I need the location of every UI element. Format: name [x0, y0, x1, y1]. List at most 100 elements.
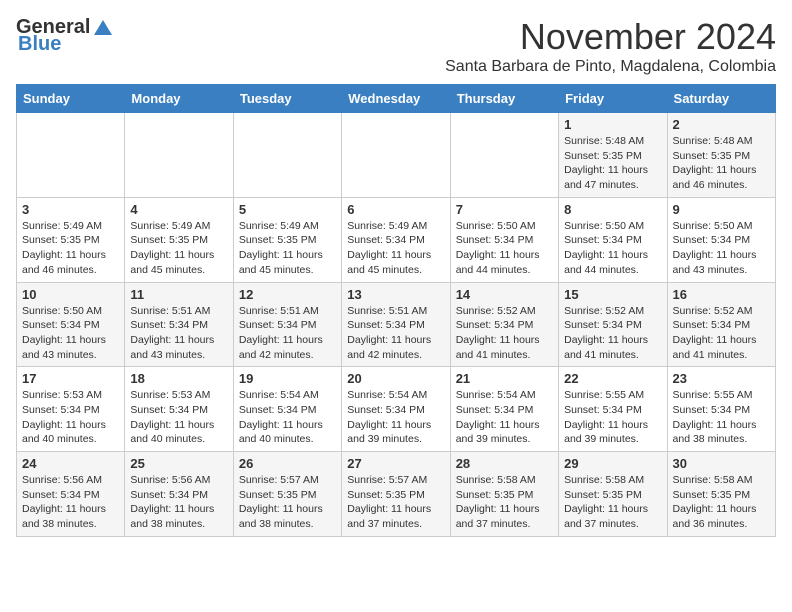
day-info: Sunrise: 5:48 AM Sunset: 5:35 PM Dayligh… [673, 134, 770, 193]
column-header-sunday: Sunday [17, 85, 125, 113]
calendar-cell: 20 Sunrise: 5:54 AM Sunset: 5:34 PM Dayli… [342, 367, 450, 452]
title-block: November 2024 Santa Barbara de Pinto, Ma… [445, 16, 776, 76]
day-number: 27 [347, 456, 444, 471]
calendar-cell: 19 Sunrise: 5:54 AM Sunset: 5:34 PM Dayli… [233, 367, 341, 452]
calendar-cell [450, 113, 558, 198]
day-info: Sunrise: 5:55 AM Sunset: 5:34 PM Dayligh… [673, 388, 770, 447]
location-title: Santa Barbara de Pinto, Magdalena, Colom… [445, 58, 776, 76]
day-info: Sunrise: 5:54 AM Sunset: 5:34 PM Dayligh… [239, 388, 336, 447]
calendar-cell: 21 Sunrise: 5:54 AM Sunset: 5:34 PM Dayli… [450, 367, 558, 452]
day-info: Sunrise: 5:50 AM Sunset: 5:34 PM Dayligh… [22, 304, 119, 363]
day-number: 16 [673, 287, 770, 302]
day-info: Sunrise: 5:49 AM Sunset: 5:35 PM Dayligh… [239, 219, 336, 278]
day-info: Sunrise: 5:48 AM Sunset: 5:35 PM Dayligh… [564, 134, 661, 193]
calendar-cell: 27 Sunrise: 5:57 AM Sunset: 5:35 PM Dayli… [342, 452, 450, 537]
day-info: Sunrise: 5:49 AM Sunset: 5:35 PM Dayligh… [22, 219, 119, 278]
calendar-week-row: 17 Sunrise: 5:53 AM Sunset: 5:34 PM Dayli… [17, 367, 776, 452]
day-number: 28 [456, 456, 553, 471]
calendar-cell: 22 Sunrise: 5:55 AM Sunset: 5:34 PM Dayli… [559, 367, 667, 452]
day-info: Sunrise: 5:52 AM Sunset: 5:34 PM Dayligh… [564, 304, 661, 363]
calendar-week-row: 24 Sunrise: 5:56 AM Sunset: 5:34 PM Dayli… [17, 452, 776, 537]
day-info: Sunrise: 5:53 AM Sunset: 5:34 PM Dayligh… [130, 388, 227, 447]
calendar-cell: 23 Sunrise: 5:55 AM Sunset: 5:34 PM Dayli… [667, 367, 775, 452]
calendar-week-row: 3 Sunrise: 5:49 AM Sunset: 5:35 PM Daylig… [17, 197, 776, 282]
calendar-cell: 7 Sunrise: 5:50 AM Sunset: 5:34 PM Daylig… [450, 197, 558, 282]
day-info: Sunrise: 5:58 AM Sunset: 5:35 PM Dayligh… [673, 473, 770, 532]
day-number: 14 [456, 287, 553, 302]
day-number: 11 [130, 287, 227, 302]
day-number: 20 [347, 371, 444, 386]
calendar-cell: 8 Sunrise: 5:50 AM Sunset: 5:34 PM Daylig… [559, 197, 667, 282]
calendar-cell: 29 Sunrise: 5:58 AM Sunset: 5:35 PM Dayli… [559, 452, 667, 537]
day-number: 22 [564, 371, 661, 386]
day-number: 2 [673, 117, 770, 132]
column-header-wednesday: Wednesday [342, 85, 450, 113]
day-info: Sunrise: 5:56 AM Sunset: 5:34 PM Dayligh… [130, 473, 227, 532]
calendar-cell: 13Sunrise: 5:51 AM Sunset: 5:34 PM Dayli… [342, 282, 450, 367]
calendar-week-row: 10 Sunrise: 5:50 AM Sunset: 5:34 PM Dayli… [17, 282, 776, 367]
day-number: 29 [564, 456, 661, 471]
day-info: Sunrise: 5:51 AM Sunset: 5:34 PM Dayligh… [130, 304, 227, 363]
day-number: 25 [130, 456, 227, 471]
day-info: Sunrise: 5:58 AM Sunset: 5:35 PM Dayligh… [564, 473, 661, 532]
calendar-cell: 5 Sunrise: 5:49 AM Sunset: 5:35 PM Daylig… [233, 197, 341, 282]
calendar-cell: 9Sunrise: 5:50 AM Sunset: 5:34 PM Daylig… [667, 197, 775, 282]
day-number: 4 [130, 202, 227, 217]
day-info: Sunrise: 5:52 AM Sunset: 5:34 PM Dayligh… [673, 304, 770, 363]
logo-icon [92, 17, 114, 39]
column-header-monday: Monday [125, 85, 233, 113]
page-header: General Blue November 2024 Santa Barbara… [16, 16, 776, 76]
calendar-cell: 4 Sunrise: 5:49 AM Sunset: 5:35 PM Daylig… [125, 197, 233, 282]
day-number: 23 [673, 371, 770, 386]
day-number: 17 [22, 371, 119, 386]
calendar-cell: 10 Sunrise: 5:50 AM Sunset: 5:34 PM Dayli… [17, 282, 125, 367]
day-number: 19 [239, 371, 336, 386]
day-info: Sunrise: 5:51 AM Sunset: 5:34 PM Dayligh… [347, 304, 444, 363]
calendar-cell: 28Sunrise: 5:58 AM Sunset: 5:35 PM Dayli… [450, 452, 558, 537]
calendar-cell: 11 Sunrise: 5:51 AM Sunset: 5:34 PM Dayli… [125, 282, 233, 367]
day-info: Sunrise: 5:55 AM Sunset: 5:34 PM Dayligh… [564, 388, 661, 447]
day-info: Sunrise: 5:52 AM Sunset: 5:34 PM Dayligh… [456, 304, 553, 363]
day-info: Sunrise: 5:54 AM Sunset: 5:34 PM Dayligh… [456, 388, 553, 447]
column-header-friday: Friday [559, 85, 667, 113]
day-number: 1 [564, 117, 661, 132]
day-info: Sunrise: 5:49 AM Sunset: 5:34 PM Dayligh… [347, 219, 444, 278]
column-header-tuesday: Tuesday [233, 85, 341, 113]
day-number: 30 [673, 456, 770, 471]
calendar-cell: 18 Sunrise: 5:53 AM Sunset: 5:34 PM Dayli… [125, 367, 233, 452]
day-number: 10 [22, 287, 119, 302]
day-number: 24 [22, 456, 119, 471]
day-number: 7 [456, 202, 553, 217]
calendar-cell: 1 Sunrise: 5:48 AM Sunset: 5:35 PM Daylig… [559, 113, 667, 198]
day-number: 5 [239, 202, 336, 217]
calendar-cell: 12Sunrise: 5:51 AM Sunset: 5:34 PM Dayli… [233, 282, 341, 367]
calendar-cell: 26Sunrise: 5:57 AM Sunset: 5:35 PM Dayli… [233, 452, 341, 537]
day-info: Sunrise: 5:50 AM Sunset: 5:34 PM Dayligh… [564, 219, 661, 278]
calendar-cell [233, 113, 341, 198]
calendar-cell: 3 Sunrise: 5:49 AM Sunset: 5:35 PM Daylig… [17, 197, 125, 282]
day-info: Sunrise: 5:53 AM Sunset: 5:34 PM Dayligh… [22, 388, 119, 447]
day-number: 8 [564, 202, 661, 217]
calendar-cell: 14 Sunrise: 5:52 AM Sunset: 5:34 PM Dayli… [450, 282, 558, 367]
day-number: 18 [130, 371, 227, 386]
day-number: 15 [564, 287, 661, 302]
day-info: Sunrise: 5:56 AM Sunset: 5:34 PM Dayligh… [22, 473, 119, 532]
calendar-cell: 16 Sunrise: 5:52 AM Sunset: 5:34 PM Dayli… [667, 282, 775, 367]
column-header-saturday: Saturday [667, 85, 775, 113]
day-number: 21 [456, 371, 553, 386]
day-info: Sunrise: 5:54 AM Sunset: 5:34 PM Dayligh… [347, 388, 444, 447]
calendar-cell: 24 Sunrise: 5:56 AM Sunset: 5:34 PM Dayli… [17, 452, 125, 537]
day-info: Sunrise: 5:57 AM Sunset: 5:35 PM Dayligh… [347, 473, 444, 532]
calendar-cell: 15 Sunrise: 5:52 AM Sunset: 5:34 PM Dayli… [559, 282, 667, 367]
calendar-cell [17, 113, 125, 198]
day-number: 3 [22, 202, 119, 217]
day-info: Sunrise: 5:49 AM Sunset: 5:35 PM Dayligh… [130, 219, 227, 278]
calendar-table: SundayMondayTuesdayWednesdayThursdayFrid… [16, 84, 776, 537]
calendar-cell [125, 113, 233, 198]
day-number: 6 [347, 202, 444, 217]
day-info: Sunrise: 5:50 AM Sunset: 5:34 PM Dayligh… [456, 219, 553, 278]
logo-blue: Blue [18, 33, 61, 56]
day-info: Sunrise: 5:57 AM Sunset: 5:35 PM Dayligh… [239, 473, 336, 532]
calendar-cell: 30 Sunrise: 5:58 AM Sunset: 5:35 PM Dayli… [667, 452, 775, 537]
day-number: 9 [673, 202, 770, 217]
